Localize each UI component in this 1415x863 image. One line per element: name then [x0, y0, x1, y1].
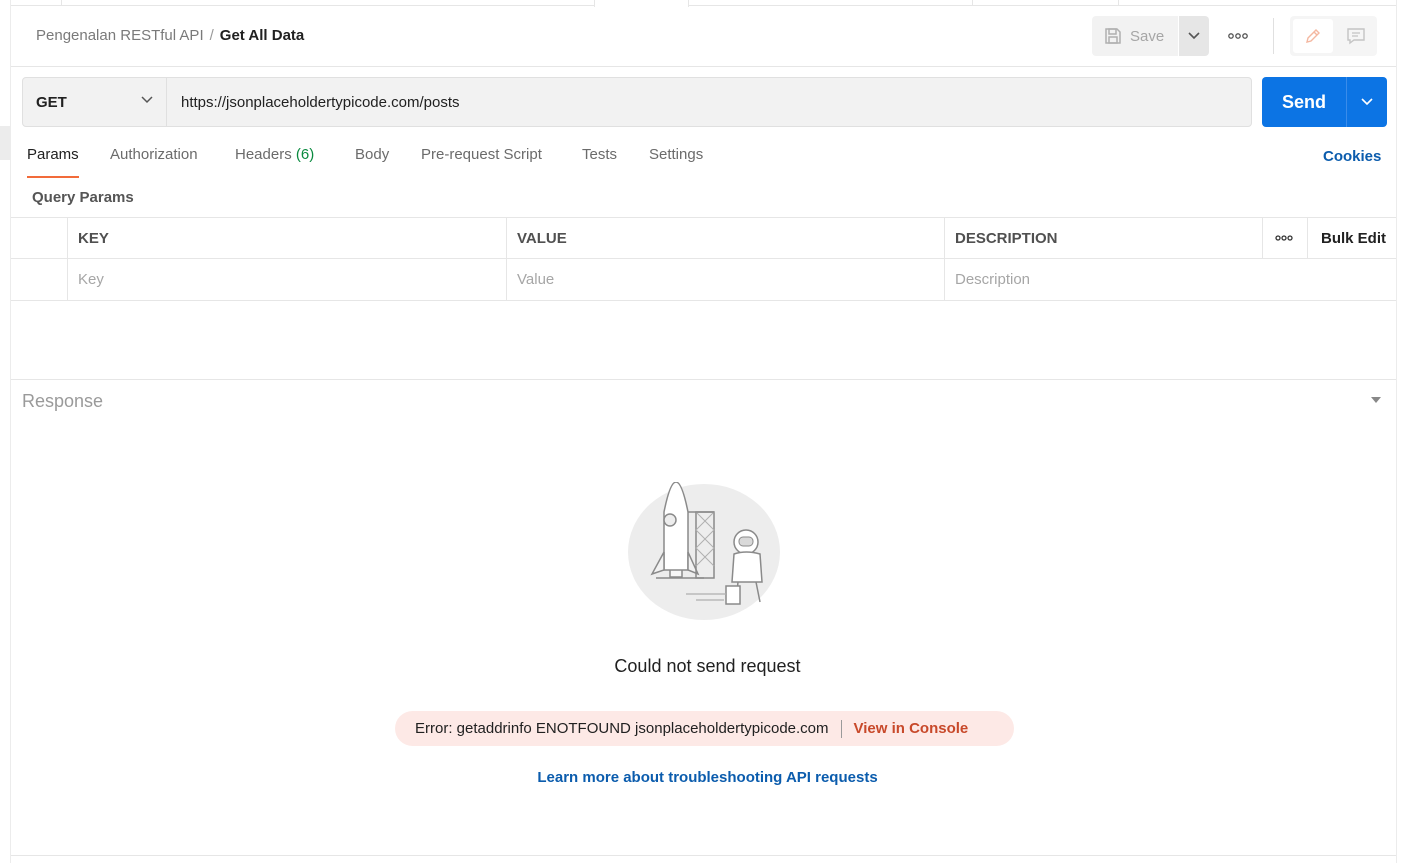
column-options-button[interactable]: [1262, 218, 1307, 258]
more-horizontal-icon: [1275, 235, 1293, 241]
tab-params-label: Params: [27, 146, 79, 163]
table-row: [11, 259, 1396, 301]
key-cell: [67, 259, 506, 300]
url-bar: GET: [22, 77, 1252, 127]
response-title: Response: [22, 391, 104, 411]
breadcrumb-separator: /: [209, 27, 214, 44]
left-rail: [0, 0, 11, 863]
key-input[interactable]: [78, 271, 485, 288]
headers-count: (6): [295, 146, 315, 163]
description-cell: [944, 259, 1396, 300]
send-button[interactable]: Send: [1262, 77, 1346, 127]
learn-more-link: Learn more about troubleshooting API req…: [0, 769, 1415, 786]
tab-body[interactable]: Body: [355, 146, 389, 178]
description-input[interactable]: [955, 271, 1374, 288]
view-in-console-link[interactable]: View in Console: [854, 720, 969, 737]
error-title: Could not send request: [614, 656, 801, 676]
tab-pre-request-script-label: Pre-request Script: [421, 146, 542, 163]
save-icon: [1105, 28, 1121, 44]
toolbar-divider: [1273, 18, 1274, 54]
query-params-table: KEY VALUE DESCRIPTION Bulk Edit: [11, 217, 1396, 301]
more-horizontal-icon: [1228, 33, 1248, 39]
value-input[interactable]: [517, 271, 923, 288]
chevron-down-icon: [141, 96, 153, 104]
left-rail-marker: [0, 126, 11, 160]
learn-more-link-text[interactable]: Learn more about troubleshooting API req…: [537, 769, 877, 786]
column-description: DESCRIPTION: [944, 218, 1262, 258]
method-label: GET: [36, 93, 67, 111]
table-header-row: KEY VALUE DESCRIPTION Bulk Edit: [11, 217, 1396, 259]
tab-headers[interactable]: Headers (6): [235, 146, 314, 178]
comments-toggle[interactable]: [1336, 16, 1376, 56]
caret-down-icon[interactable]: [1370, 396, 1382, 404]
breadcrumb: Pengenalan RESTful API / Get All Data: [36, 27, 304, 44]
tab-body-label: Body: [355, 146, 390, 163]
right-rail: [1396, 0, 1397, 863]
side-panel-toggle: [1290, 16, 1377, 56]
save-group: Save: [1092, 16, 1209, 56]
chevron-down-icon: [1360, 98, 1373, 106]
rocket-astronaut-illustration: [628, 482, 780, 620]
breadcrumb-collection[interactable]: Pengenalan RESTful API: [36, 27, 204, 44]
error-message: Error: getaddrinfo ENOTFOUND jsonplaceho…: [415, 720, 829, 737]
tab-headers-label: Headers: [235, 146, 292, 163]
comment-icon: [1347, 28, 1365, 45]
query-params-title: Query Params: [32, 189, 134, 206]
tab-settings-label: Settings: [649, 146, 704, 163]
response-header[interactable]: Response: [11, 379, 1396, 421]
tab-tests-label: Tests: [582, 146, 618, 163]
chevron-down-icon: [1188, 32, 1200, 40]
tab-tests[interactable]: Tests: [582, 146, 617, 178]
tab-authorization-label: Authorization: [110, 146, 198, 163]
tab-pre-request-script[interactable]: Pre-request Script: [421, 146, 542, 178]
checkbox-column-header: [11, 218, 68, 258]
send-options-button[interactable]: [1346, 77, 1386, 127]
pencil-icon: [1306, 29, 1320, 43]
tab-settings[interactable]: Settings: [649, 146, 703, 178]
request-header: Pengenalan RESTful API / Get All Data Save: [11, 6, 1396, 67]
tab-authorization[interactable]: Authorization: [110, 146, 198, 178]
cookies-link[interactable]: Cookies: [1323, 148, 1381, 165]
row-checkbox-cell: [11, 259, 68, 300]
error-banner: Error: getaddrinfo ENOTFOUND jsonplaceho…: [395, 711, 1014, 746]
save-button[interactable]: Save: [1092, 16, 1178, 56]
column-value: VALUE: [506, 218, 944, 258]
bottom-divider: [11, 855, 1396, 856]
breadcrumb-request-name[interactable]: Get All Data: [220, 27, 304, 44]
documentation-toggle[interactable]: [1293, 19, 1333, 53]
column-key: KEY: [67, 218, 506, 258]
send-group: Send: [1262, 77, 1387, 127]
value-cell: [506, 259, 944, 300]
error-divider: [840, 719, 842, 738]
bulk-edit-button[interactable]: Bulk Edit: [1307, 218, 1396, 258]
save-options-button[interactable]: [1179, 16, 1209, 56]
url-input[interactable]: [167, 78, 1251, 126]
tab-params[interactable]: Params: [27, 146, 79, 178]
method-select[interactable]: GET: [23, 78, 167, 126]
more-actions-button[interactable]: [1223, 24, 1253, 48]
save-label: Save: [1130, 27, 1165, 45]
